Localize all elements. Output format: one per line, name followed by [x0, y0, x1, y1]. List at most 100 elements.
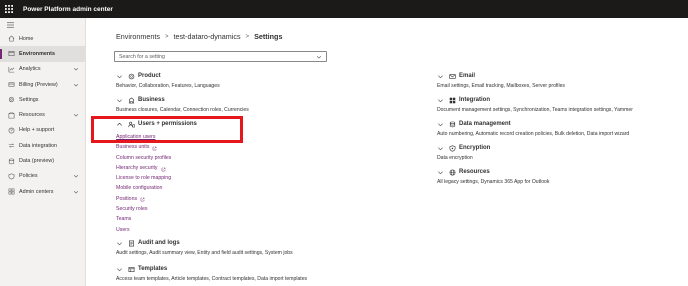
settings-section-data-management: Data management Auto numbering, Automatic… — [437, 119, 629, 137]
section-header-product[interactable]: Product — [116, 71, 220, 81]
link-label: Column security profiles — [116, 154, 172, 161]
billing-icon — [7, 81, 15, 89]
section-header-integration[interactable]: Integration — [437, 95, 633, 105]
globe-icon — [449, 169, 456, 176]
sidebar-item-help-support[interactable]: Help + support — [0, 123, 85, 138]
breadcrumb-environment-name[interactable]: test-dataro-dynamics — [173, 32, 240, 41]
mail-icon — [449, 73, 456, 80]
settings-section-business: Business Business closures, Calendar, Con… — [116, 95, 249, 113]
chevron-down-icon — [116, 73, 123, 80]
link-mobile-configuration[interactable]: Mobile configuration — [116, 183, 197, 193]
section-title: Data management — [459, 121, 511, 127]
section-description: Audit settings, Audit summary view, Enti… — [116, 250, 293, 256]
settings-section-integration: Integration Document management settings,… — [437, 95, 633, 113]
sidebar-item-environments[interactable]: Environments — [0, 46, 85, 62]
highlight-box — [91, 116, 243, 143]
sidebar-nav: Home Environments Analytics Billing (Previe… — [0, 31, 85, 199]
chevron-right-icon: > — [164, 33, 169, 40]
environments-icon — [7, 50, 15, 58]
sidebar-item-label: Policies — [19, 173, 38, 180]
section-description: Business closures, Calendar, Connection … — [116, 107, 249, 113]
chevron-down-icon — [316, 55, 322, 59]
settings-section-product: Product Behavior, Collaboration, Features… — [116, 71, 220, 89]
section-header-email[interactable]: Email — [437, 71, 565, 81]
link-license-to-role-mapping[interactable]: License to role mapping — [116, 173, 197, 183]
link-security-roles[interactable]: Security roles — [116, 204, 197, 214]
sidebar-item-label: Analytics — [19, 66, 41, 73]
section-header-resources[interactable]: Resources — [437, 167, 549, 177]
sidebar-item-settings[interactable]: Settings — [0, 92, 85, 107]
chevron-down-icon — [116, 266, 123, 273]
section-header-business[interactable]: Business — [116, 95, 249, 105]
link-label: Security roles — [116, 206, 148, 213]
link-label: Users — [116, 226, 130, 233]
templates-icon — [128, 266, 135, 273]
sidebar-item-label: Billing (Preview) — [19, 81, 58, 88]
business-icon — [128, 96, 135, 104]
sidebar-item-data-integration[interactable]: Data integration — [0, 138, 85, 153]
main-content: Environments > test-dataro-dynamics > Se… — [87, 18, 688, 286]
breadcrumb-environments[interactable]: Environments — [116, 32, 160, 41]
link-label: Business units — [116, 144, 150, 151]
integration-icon — [449, 97, 456, 104]
link-label: Positions — [116, 195, 138, 202]
section-description: Auto numbering, Automatic record creatio… — [437, 131, 630, 137]
sidebar-item-label: Home — [19, 35, 34, 42]
link-business-units[interactable]: Business units — [116, 142, 197, 152]
sidebar-item-policies[interactable]: Policies — [0, 169, 85, 184]
section-description: Access team templates, Article templates… — [116, 276, 308, 282]
chevron-down-icon — [116, 97, 123, 104]
sidebar-item-data-preview[interactable]: Data (preview) — [0, 153, 85, 168]
section-header-encryption[interactable]: Encryption — [437, 143, 490, 153]
hamburger-menu-icon[interactable] — [0, 18, 85, 31]
sidebar-item-label: Data integration — [19, 142, 58, 149]
settings-section-encryption: Encryption Data encryption — [437, 143, 490, 161]
chevron-down-icon — [437, 145, 444, 152]
section-title: Email — [459, 73, 476, 79]
section-links: Application users Business units Column se… — [116, 132, 197, 235]
app-launcher-icon[interactable] — [0, 0, 18, 18]
app-title: Power Platform admin center — [23, 5, 113, 13]
chevron-down-icon — [73, 112, 79, 118]
chevron-down-icon — [437, 121, 444, 128]
section-description: Email settings, Email tracking, Mailboxe… — [437, 83, 565, 89]
data-integration-icon — [7, 142, 15, 150]
link-users[interactable]: Users — [116, 225, 197, 235]
section-header-templates[interactable]: Templates — [116, 264, 307, 274]
top-bar: Power Platform admin center — [0, 0, 688, 18]
policies-icon — [7, 172, 15, 180]
sidebar-item-admin-centers[interactable]: Admin centers — [0, 184, 85, 199]
data-management-icon — [449, 121, 456, 128]
link-positions[interactable]: Positions — [116, 194, 197, 204]
section-header-audit-and-logs[interactable]: Audit and logs — [116, 238, 293, 248]
sidebar-item-analytics[interactable]: Analytics — [0, 62, 85, 77]
search-placeholder: Search for a setting — [119, 53, 165, 60]
link-teams[interactable]: Teams — [116, 214, 197, 224]
sidebar-item-resources[interactable]: Resources — [0, 107, 85, 122]
section-title: Resources — [459, 169, 490, 175]
sidebar-item-label: Help + support — [19, 127, 55, 134]
home-icon — [7, 35, 15, 43]
analytics-icon — [7, 65, 15, 73]
sidebar-item-label: Admin centers — [19, 188, 54, 195]
section-title: Audit and logs — [138, 240, 180, 246]
sidebar-item-billing-preview[interactable]: Billing (Preview) — [0, 77, 85, 92]
link-hierarchy-security[interactable]: Hierarchy security — [116, 163, 197, 173]
chevron-down-icon — [73, 82, 79, 88]
audit-icon — [128, 240, 135, 247]
link-column-security-profiles[interactable]: Column security profiles — [116, 153, 197, 163]
chevron-down-icon — [73, 173, 79, 179]
chevron-down-icon — [116, 240, 123, 247]
chevron-right-icon: > — [245, 33, 250, 40]
section-description: Data encryption — [437, 155, 473, 161]
external-link-icon — [161, 166, 166, 171]
section-header-data-management[interactable]: Data management — [437, 119, 629, 129]
settings-section-audit-and-logs: Audit and logs Audit settings, Audit summ… — [116, 238, 293, 256]
chevron-down-icon — [437, 97, 444, 104]
sidebar-item-home[interactable]: Home — [0, 31, 85, 46]
help-icon — [7, 126, 15, 134]
section-title: Business — [138, 97, 165, 103]
sidebar-item-label: Resources — [19, 112, 45, 119]
section-title: Encryption — [459, 145, 491, 151]
search-input[interactable]: Search for a setting — [114, 51, 327, 62]
